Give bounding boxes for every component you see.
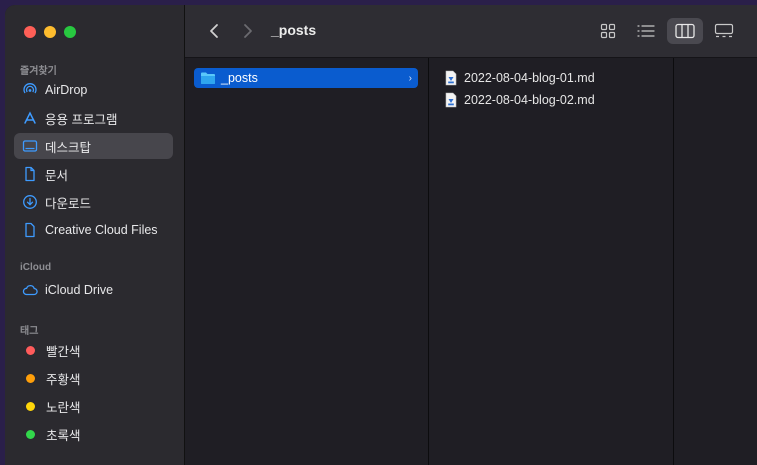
sidebar-item-label: 초록색 <box>46 428 81 443</box>
sidebar-item-label: AirDrop <box>45 83 88 97</box>
minimize-button[interactable] <box>44 26 56 38</box>
sidebar-item-label: 주황색 <box>46 372 81 387</box>
gallery-view-button[interactable] <box>706 18 742 44</box>
file-name: 2022-08-04-blog-02.md <box>464 93 595 107</box>
icon-view-button[interactable] <box>590 18 626 44</box>
folder-name: _posts <box>221 71 258 85</box>
column-1: _posts › <box>185 58 429 465</box>
traffic-lights <box>24 26 76 38</box>
close-button[interactable] <box>24 26 36 38</box>
sidebar-item-label: iCloud Drive <box>45 283 114 297</box>
desktop-icon <box>22 138 38 154</box>
sidebar-tag-green[interactable]: 초록색 <box>14 421 173 447</box>
file-icon <box>22 222 38 238</box>
yellow-tag-icon <box>26 401 35 411</box>
sidebar-item-creative-cloud-files[interactable]: Creative Cloud Files <box>14 217 173 243</box>
columns-icon <box>675 23 695 39</box>
orange-tag-icon <box>26 373 35 383</box>
grid-icon <box>600 23 616 39</box>
favorites-section-title: 즐겨찾기 <box>20 66 57 77</box>
folder-icon <box>200 71 216 85</box>
toolbar: _posts <box>185 5 757 58</box>
list-item-file[interactable]: 2022-08-04-blog-02.md <box>445 90 665 110</box>
sidebar-tag-yellow[interactable]: 노란색 <box>14 393 173 419</box>
green-tag-icon <box>26 429 35 439</box>
sidebar-item-label: 응용 프로그램 <box>45 112 118 127</box>
sidebar-item-applications[interactable]: 응용 프로그램 <box>14 105 173 131</box>
sidebar: 즐겨찾기 AirDrop 응용 프로그램 데스크탑 문서 다운로드 Creati… <box>5 5 185 465</box>
chevron-right-icon: › <box>408 72 412 84</box>
sidebar-item-label: 노란색 <box>46 400 81 415</box>
download-icon <box>22 194 38 210</box>
markdown-file-icon <box>445 70 457 86</box>
sidebar-item-documents[interactable]: 문서 <box>14 161 173 187</box>
applications-icon <box>22 110 38 126</box>
document-icon <box>22 166 38 182</box>
column-view-button[interactable] <box>667 18 703 44</box>
column-2: 2022-08-04-blog-01.md 2022-08-04-blog-02… <box>429 58 674 465</box>
sidebar-tag-orange[interactable]: 주황색 <box>14 365 173 391</box>
icloud-section-title: iCloud <box>20 262 52 273</box>
list-icon <box>637 25 655 37</box>
forward-button[interactable] <box>237 20 257 42</box>
list-view-button[interactable] <box>628 18 664 44</box>
sidebar-item-label: 문서 <box>45 168 69 183</box>
red-tag-icon <box>26 345 35 355</box>
cloud-icon <box>22 282 38 298</box>
sidebar-item-icloud-drive[interactable]: iCloud Drive <box>14 277 173 303</box>
sidebar-item-label: Creative Cloud Files <box>45 223 158 237</box>
chevron-left-icon <box>210 24 218 38</box>
list-item-folder-posts[interactable]: _posts › <box>194 68 418 88</box>
chevron-right-icon <box>244 24 252 38</box>
sidebar-item-label: 데스크탑 <box>45 140 92 155</box>
sidebar-item-downloads[interactable]: 다운로드 <box>14 189 173 215</box>
markdown-file-icon <box>445 92 457 108</box>
sidebar-tag-red[interactable]: 빨간색 <box>14 337 173 363</box>
list-item-file[interactable]: 2022-08-04-blog-01.md <box>445 68 665 88</box>
back-button[interactable] <box>205 20 225 42</box>
airdrop-icon <box>22 82 38 98</box>
main-area: _posts _posts › 2022-08-04-blog-01.md 20… <box>185 5 757 465</box>
sidebar-item-desktop[interactable]: 데스크탑 <box>14 133 173 159</box>
sidebar-item-label: 빨간색 <box>46 344 81 359</box>
file-name: 2022-08-04-blog-01.md <box>464 71 595 85</box>
window-title: _posts <box>271 22 317 38</box>
tags-section-title: 태그 <box>20 326 39 337</box>
finder-window: 즐겨찾기 AirDrop 응용 프로그램 데스크탑 문서 다운로드 Creati… <box>5 5 757 465</box>
sidebar-item-airdrop[interactable]: AirDrop <box>14 77 173 103</box>
zoom-button[interactable] <box>64 26 76 38</box>
column-3 <box>674 58 757 465</box>
sidebar-item-label: 다운로드 <box>45 196 92 211</box>
gallery-icon <box>714 23 734 38</box>
